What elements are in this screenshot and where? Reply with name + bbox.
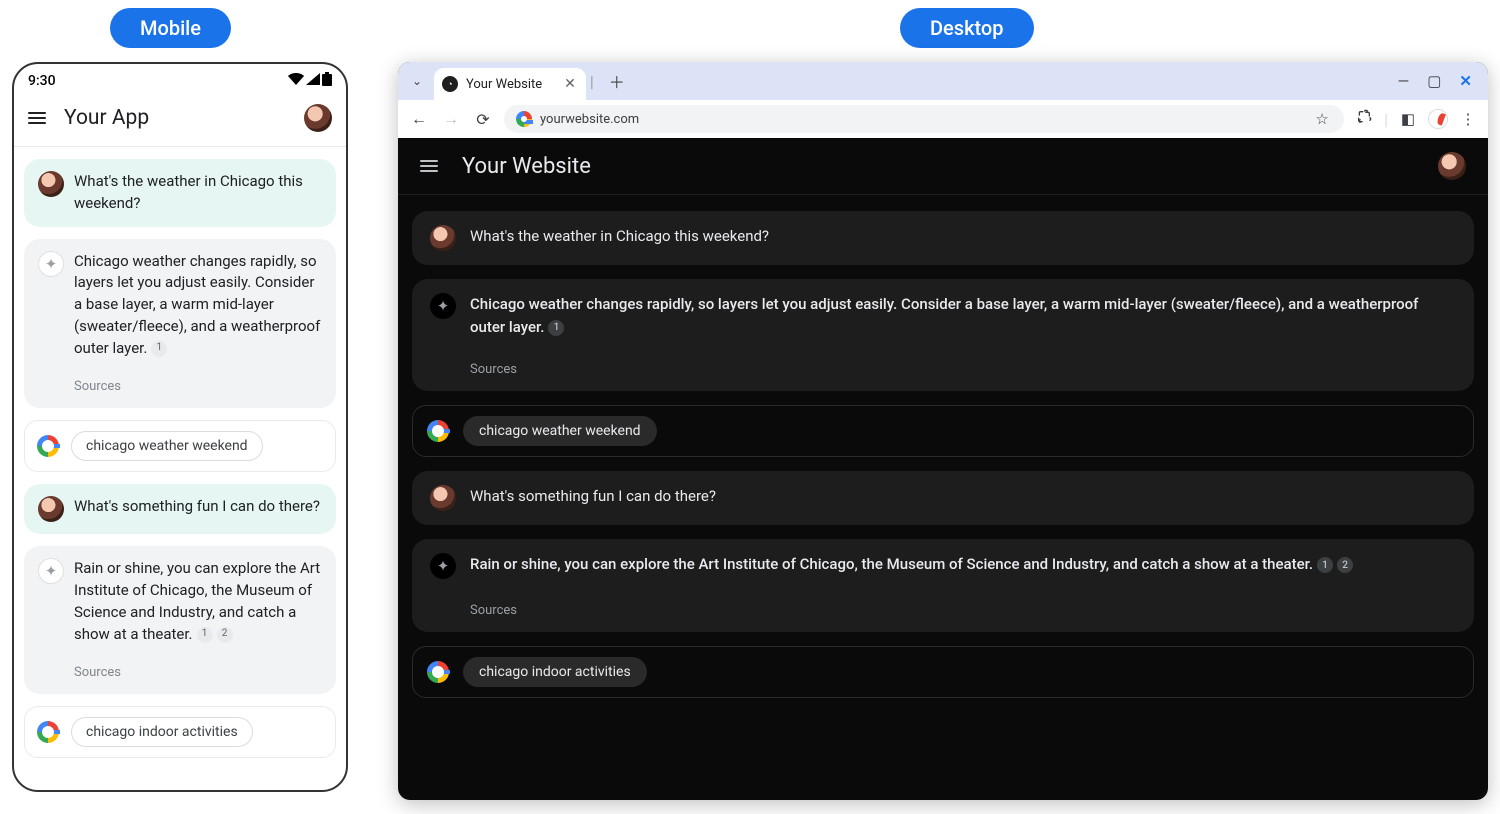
site-app-bar: Your Website (398, 138, 1488, 195)
search-suggestion-box: chicago indoor activities (412, 646, 1474, 698)
citation-badge[interactable]: 1 (548, 320, 564, 336)
address-bar[interactable]: yourwebsite.com ☆ (504, 105, 1344, 133)
extensions-icon[interactable] (1354, 109, 1374, 129)
message-text: Rain or shine, you can explore the Art I… (74, 558, 322, 645)
wifi-icon (288, 73, 304, 89)
site-title: Your Website (462, 154, 1414, 179)
close-window-icon[interactable]: ✕ (1459, 72, 1472, 90)
search-chip[interactable]: chicago weather weekend (463, 416, 657, 446)
sources-label[interactable]: Sources (74, 665, 322, 680)
user-message: What's the weather in Chicago this weeke… (412, 211, 1474, 265)
desktop-label: Desktop (900, 8, 1034, 48)
mobile-label: Mobile (110, 8, 231, 48)
sparkle-icon: ✦ (430, 553, 456, 579)
reload-icon[interactable]: ⟳ (472, 110, 494, 129)
user-message: What's something fun I can do there? (412, 471, 1474, 525)
close-tab-icon[interactable]: ✕ (564, 76, 576, 92)
desktop-frame: ⌄ ◔ Your Website ✕ | ＋ — ▢ ✕ ← → ⟳ yourw… (398, 62, 1488, 800)
message-text: Chicago weather changes rapidly, so laye… (74, 251, 322, 360)
clock-text: 9:30 (28, 73, 56, 89)
sparkle-icon: ✦ (430, 293, 456, 319)
user-message: What's the weather in Chicago this weeke… (24, 159, 336, 227)
mobile-chat-body: What's the weather in Chicago this weeke… (14, 147, 346, 770)
tab-search-button[interactable]: ⌄ (404, 68, 430, 94)
mobile-status-bar: 9:30 (14, 64, 346, 94)
model-message: ✦ Rain or shine, you can explore the Art… (412, 539, 1474, 632)
citation-badge[interactable]: 1 (151, 341, 167, 357)
search-suggestion-box: chicago weather weekend (24, 420, 336, 472)
sources-label[interactable]: Sources (470, 603, 1456, 618)
tab-title: Your Website (466, 77, 542, 92)
avatar[interactable] (1438, 152, 1466, 180)
desktop-chat-body: What's the weather in Chicago this weeke… (398, 195, 1488, 714)
search-chip[interactable]: chicago indoor activities (463, 657, 647, 687)
google-g-icon (427, 420, 449, 442)
mobile-app-bar: Your App (14, 94, 346, 147)
back-icon[interactable]: ← (408, 109, 430, 129)
google-g-icon (516, 111, 532, 127)
user-message: What's something fun I can do there? (24, 484, 336, 534)
user-avatar-icon (430, 485, 456, 511)
cell-signal-icon (306, 73, 320, 89)
menu-icon[interactable] (28, 112, 46, 124)
user-avatar-icon (430, 225, 456, 251)
citation-badge[interactable]: 1 (197, 627, 213, 643)
sources-label[interactable]: Sources (74, 379, 322, 394)
avatar[interactable] (304, 104, 332, 132)
profile-icon[interactable] (1428, 109, 1448, 129)
minimize-icon[interactable]: — (1398, 72, 1410, 90)
forward-icon[interactable]: → (440, 109, 462, 129)
google-g-icon (37, 435, 59, 457)
user-avatar-icon (38, 171, 64, 197)
mobile-frame: 9:30 Your App What's the weather in Chic… (12, 62, 348, 792)
model-message: ✦ Chicago weather changes rapidly, so la… (412, 279, 1474, 391)
sparkle-icon: ✦ (38, 558, 64, 584)
message-text: Rain or shine, you can explore the Art I… (470, 553, 1353, 579)
menu-icon[interactable] (420, 160, 438, 172)
search-chip[interactable]: chicago indoor activities (71, 717, 253, 747)
message-text: What's the weather in Chicago this weeke… (74, 171, 322, 215)
message-text: Chicago weather changes rapidly, so laye… (470, 293, 1456, 338)
search-suggestion-box: chicago indoor activities (24, 706, 336, 758)
url-text: yourwebsite.com (540, 112, 639, 127)
browser-toolbar: ← → ⟳ yourwebsite.com ☆ | ◧ ⋮ (398, 100, 1488, 138)
browser-tab-strip: ⌄ ◔ Your Website ✕ | ＋ — ▢ ✕ (398, 62, 1488, 100)
star-icon[interactable]: ☆ (1312, 110, 1332, 128)
model-message: ✦ Rain or shine, you can explore the Art… (24, 546, 336, 694)
google-g-icon (37, 721, 59, 743)
favicon-icon: ◔ (442, 76, 458, 92)
sources-label[interactable]: Sources (470, 362, 1456, 377)
user-avatar-icon (38, 496, 64, 522)
message-text: What's the weather in Chicago this weeke… (470, 225, 769, 251)
citation-badge[interactable]: 2 (1337, 557, 1353, 573)
citation-badge[interactable]: 1 (1317, 557, 1333, 573)
kebab-menu-icon[interactable]: ⋮ (1458, 110, 1478, 128)
search-suggestion-box: chicago weather weekend (412, 405, 1474, 457)
app-title: Your App (64, 106, 286, 130)
message-text: What's something fun I can do there? (470, 485, 716, 511)
citation-badge[interactable]: 2 (217, 627, 233, 643)
message-text: What's something fun I can do there? (74, 496, 320, 522)
google-g-icon (427, 661, 449, 683)
side-panel-icon[interactable]: ◧ (1398, 110, 1418, 128)
battery-icon (322, 72, 332, 90)
browser-tab[interactable]: ◔ Your Website ✕ (434, 68, 586, 100)
model-message: ✦ Chicago weather changes rapidly, so la… (24, 239, 336, 409)
new-tab-button[interactable]: ＋ (604, 68, 630, 94)
sparkle-icon: ✦ (38, 251, 64, 277)
search-chip[interactable]: chicago weather weekend (71, 431, 263, 461)
maximize-icon[interactable]: ▢ (1427, 72, 1441, 90)
